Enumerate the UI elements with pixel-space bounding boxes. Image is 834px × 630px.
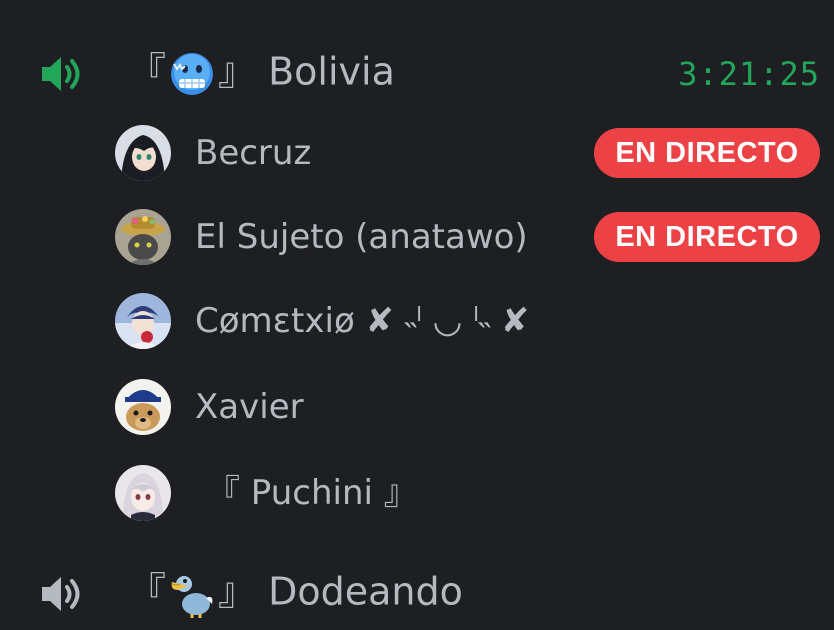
channel-name-suffix: 』 Bolivia (218, 49, 395, 94)
voice-channel-bolivia[interactable]: 『 』 Bolivia 3:21:25 (0, 39, 834, 109)
voice-user-puchini[interactable]: 『 Puchini 』 (0, 451, 834, 535)
live-badge[interactable]: EN DIRECTO (594, 128, 820, 178)
channel-name: 『 』 Bolivia (128, 50, 395, 98)
voice-user-xavier[interactable]: Xavier (0, 365, 834, 449)
user-avatar (115, 293, 171, 349)
channel-name-prefix: 『 (128, 569, 167, 614)
channel-name: 『 』 Dodeando (128, 570, 463, 618)
user-name: Becruz (195, 133, 312, 173)
channel-name-prefix: 『 (128, 49, 167, 94)
cold-face-emoji (171, 53, 214, 95)
voice-user-el-sujeto[interactable]: El Sujeto (anatawo) EN DIRECTO (0, 195, 834, 279)
voice-user-cometxio[interactable]: Cømɛtxiø ✘ ˵ˡ ◡ ˡ˵ ✘ (0, 279, 834, 363)
user-name: Cømɛtxiø ✘ ˵ˡ ◡ ˡ˵ ✘ (195, 301, 530, 341)
user-avatar (115, 379, 171, 435)
user-name: El Sujeto (anatawo) (195, 217, 528, 257)
user-avatar (115, 209, 171, 265)
user-name: Xavier (195, 387, 304, 427)
speaker-icon (42, 57, 80, 91)
dodo-emoji (171, 576, 213, 618)
call-timer: 3:21:25 (678, 55, 820, 93)
voice-user-becruz[interactable]: Becruz EN DIRECTO (0, 111, 834, 195)
channel-name-suffix: 』 Dodeando (218, 569, 463, 614)
voice-channel-dodeando[interactable]: 『 』 Dodeando (0, 559, 834, 629)
speaker-icon (42, 577, 80, 611)
user-avatar (115, 465, 171, 521)
live-badge[interactable]: EN DIRECTO (594, 212, 820, 262)
user-avatar (115, 125, 171, 181)
user-name: 『 Puchini 』 (206, 473, 418, 513)
